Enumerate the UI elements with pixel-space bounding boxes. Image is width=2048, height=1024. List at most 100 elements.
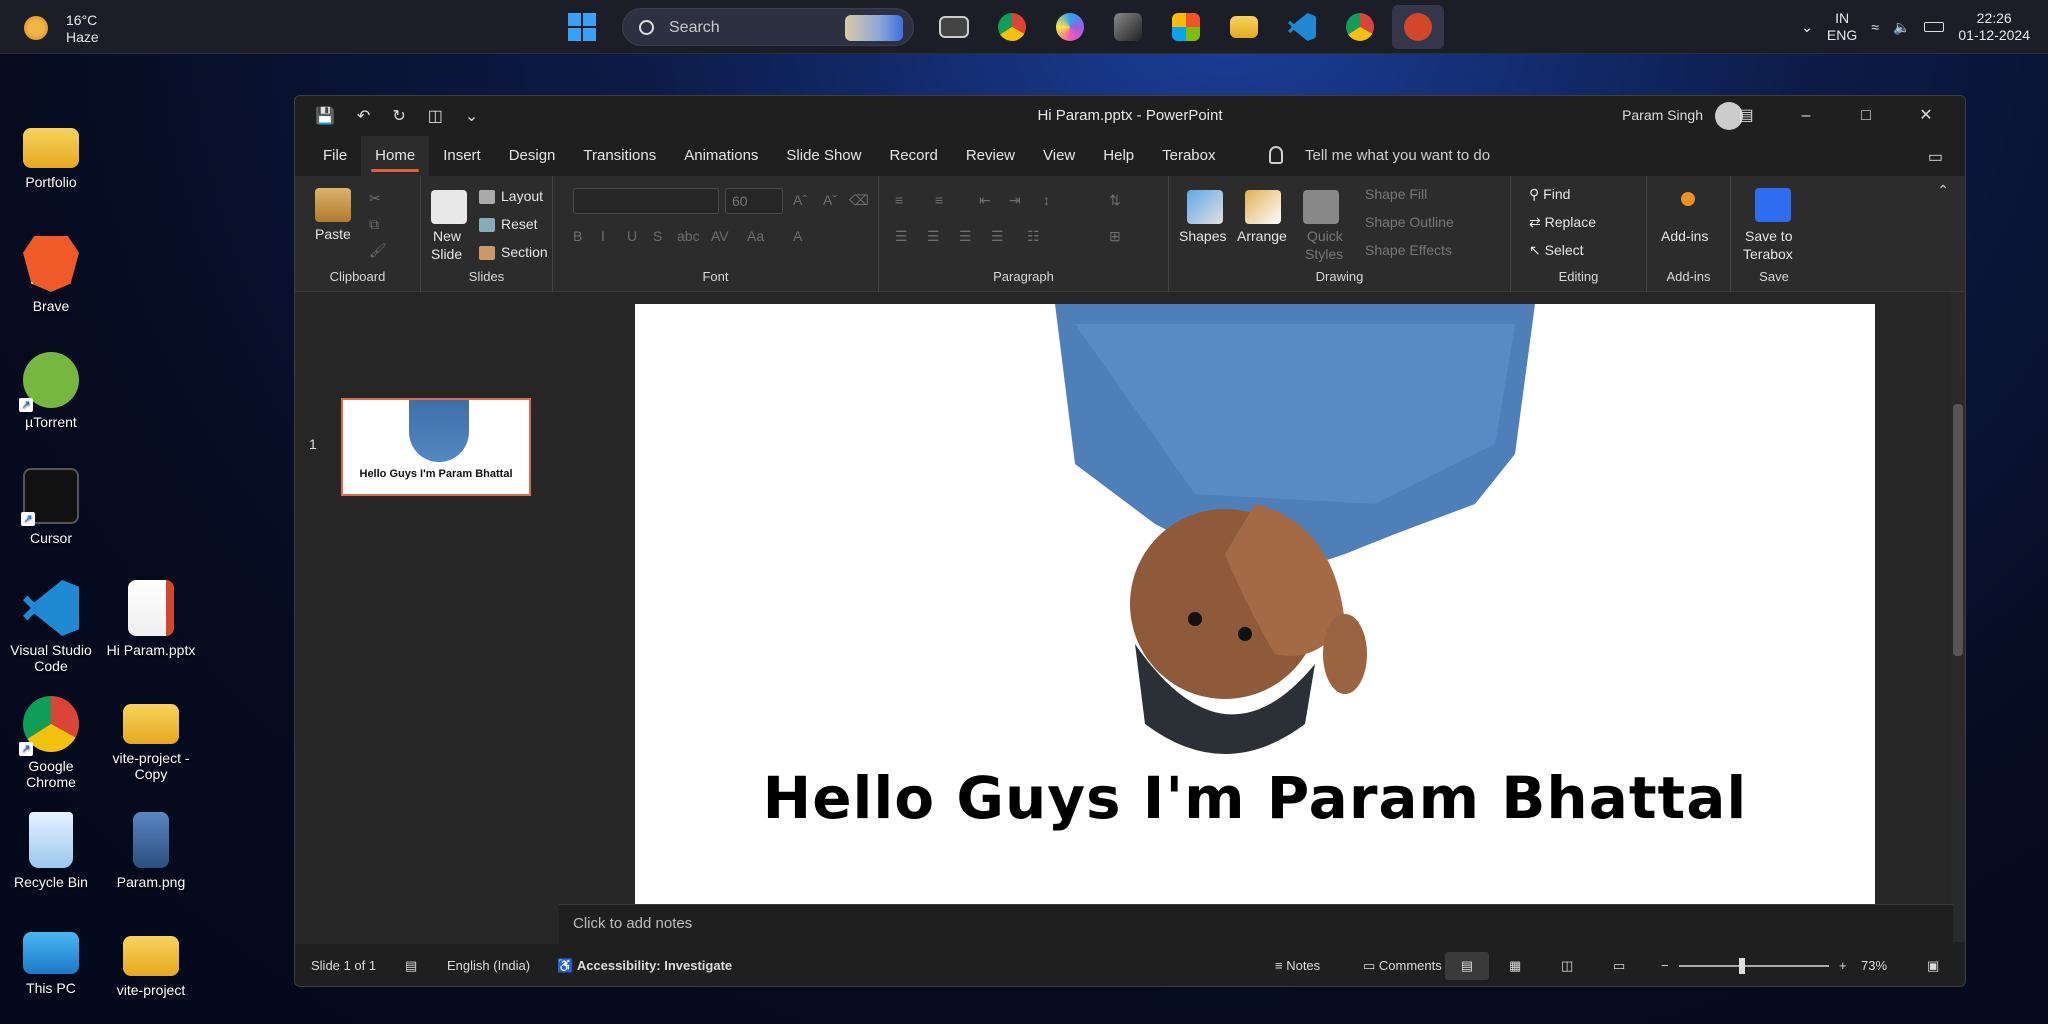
fit-to-window-icon[interactable]: ▣ xyxy=(1927,958,1939,974)
minimize-icon[interactable]: – xyxy=(1781,102,1831,130)
slide-thumbnail[interactable]: Hello Guys I'm Param Bhattal xyxy=(341,398,531,496)
desktop-icon-cursor[interactable]: ↗ Cursor xyxy=(6,468,96,546)
text-direction-icon[interactable]: ⇅ xyxy=(1109,192,1121,209)
powerpoint-taskbar-button[interactable] xyxy=(1392,5,1444,49)
align-right-icon[interactable]: ☰ xyxy=(959,228,972,245)
wifi-icon[interactable]: ≈ xyxy=(1871,19,1879,35)
desktop-icon-vite-project[interactable]: vite-project xyxy=(106,928,196,998)
zoom-slider-thumb[interactable] xyxy=(1739,958,1745,974)
strikethrough-icon[interactable]: S xyxy=(653,228,662,244)
change-case-icon[interactable]: Aa xyxy=(747,228,764,244)
copilot-taskbar-button[interactable] xyxy=(1044,5,1096,49)
desktop-icon-param-png[interactable]: Param.png xyxy=(106,812,196,890)
line-spacing-icon[interactable]: ↕ xyxy=(1043,192,1050,208)
arrange-button[interactable]: Arrange xyxy=(1237,228,1287,244)
shape-fill-button[interactable]: Shape Fill xyxy=(1365,186,1427,202)
tab-review[interactable]: Review xyxy=(952,136,1029,176)
tab-slide-show[interactable]: Slide Show xyxy=(772,136,875,176)
comments-toggle[interactable]: ▭ Comments xyxy=(1363,958,1442,974)
vscode-taskbar-button[interactable] xyxy=(1276,5,1328,49)
tab-home[interactable]: Home xyxy=(361,136,430,176)
section-button[interactable]: Section xyxy=(479,244,548,261)
zoom-level[interactable]: 73% xyxy=(1861,958,1887,973)
search-box[interactable]: Search xyxy=(622,8,914,46)
desktop-icon-chrome[interactable]: ↗ Google Chrome xyxy=(6,696,96,790)
italic-icon[interactable]: I xyxy=(601,228,605,244)
char-spacing-icon[interactable]: AV xyxy=(711,228,729,244)
slide-headline[interactable]: Hello Guys I'm Param Bhattal xyxy=(635,764,1875,832)
person-photo[interactable] xyxy=(1015,304,1555,774)
reading-view-icon[interactable]: ◫ xyxy=(1561,958,1573,974)
desktop-icon-portfolio[interactable]: Portfolio xyxy=(6,120,96,190)
desktop-icon-vscode[interactable]: Visual Studio Code xyxy=(6,580,96,674)
shapes-button[interactable]: Shapes xyxy=(1179,228,1226,244)
font-size-box[interactable]: 60 xyxy=(725,188,783,214)
cut-icon[interactable]: ✂ xyxy=(369,190,381,207)
shadow-icon[interactable]: abc xyxy=(677,228,700,244)
clock[interactable]: 22:26 01-12-2024 xyxy=(1958,10,2030,44)
shape-outline-button[interactable]: Shape Outline xyxy=(1365,214,1454,230)
slide-sorter-icon[interactable]: ▦ xyxy=(1509,958,1521,974)
numbering-icon[interactable]: ≡ xyxy=(935,192,943,208)
maximize-icon[interactable]: □ xyxy=(1841,102,1891,130)
zoom-in-icon[interactable]: + xyxy=(1839,958,1847,973)
notes-toggle[interactable]: ≡ Notes xyxy=(1275,958,1320,973)
zoom-out-icon[interactable]: − xyxy=(1661,958,1669,973)
language-indicator[interactable]: IN ENG xyxy=(1827,10,1857,44)
new-slide-button[interactable]: New xyxy=(433,228,461,244)
notes-placeholder[interactable]: Click to add notes xyxy=(573,915,692,932)
ribbon-display-icon[interactable]: ▤ xyxy=(1721,102,1771,130)
layout-button[interactable]: Layout xyxy=(479,188,543,205)
tab-record[interactable]: Record xyxy=(875,136,951,176)
quick-styles-button[interactable]: Quick xyxy=(1307,228,1343,244)
close-icon[interactable]: ✕ xyxy=(1901,102,1951,130)
increase-font-icon[interactable]: Aˆ xyxy=(793,192,807,208)
desktop-icon-utorrent[interactable]: ↗ µTorrent xyxy=(6,352,96,430)
columns-icon[interactable]: ☷ xyxy=(1027,228,1040,245)
desktop-icon-hi-param-pptx[interactable]: Hi Param.pptx xyxy=(106,580,196,658)
bullets-icon[interactable]: ≡ xyxy=(895,192,903,208)
shape-effects-button[interactable]: Shape Effects xyxy=(1365,242,1452,258)
explorer-taskbar-button[interactable] xyxy=(1218,5,1270,49)
tab-view[interactable]: View xyxy=(1029,136,1089,176)
font-name-box[interactable] xyxy=(573,188,719,214)
language-status[interactable]: English (India) xyxy=(447,958,530,973)
save-to-terabox-button[interactable]: Save to xyxy=(1745,228,1792,244)
underline-icon[interactable]: U xyxy=(627,228,637,244)
spell-check-icon[interactable]: ▤ xyxy=(405,958,417,974)
clear-formatting-icon[interactable]: ⌫ xyxy=(849,192,869,209)
select-button[interactable]: ↖ Select xyxy=(1529,242,1584,259)
align-left-icon[interactable]: ☰ xyxy=(895,228,908,245)
normal-view-icon[interactable]: ▤ xyxy=(1445,952,1489,980)
bold-icon[interactable]: B xyxy=(573,228,582,244)
increase-indent-icon[interactable]: ⇥ xyxy=(1009,192,1021,209)
start-button[interactable] xyxy=(556,5,608,49)
tell-me-search[interactable]: Tell me what you want to do xyxy=(1305,147,1490,164)
font-color-icon[interactable]: A xyxy=(793,228,802,244)
slide-show-icon[interactable]: ▭ xyxy=(1613,958,1625,974)
tab-insert[interactable]: Insert xyxy=(429,136,495,176)
task-view-button[interactable] xyxy=(928,5,980,49)
desktop-icon-vite-project-copy[interactable]: vite-project - Copy xyxy=(106,696,196,782)
chevron-down-icon[interactable]: ⌄ xyxy=(1801,19,1813,36)
addins-button[interactable]: Add-ins xyxy=(1661,228,1708,244)
cursor-taskbar-button[interactable] xyxy=(1102,5,1154,49)
desktop-icon-recycle-bin[interactable]: Recycle Bin xyxy=(6,812,96,890)
store-taskbar-button[interactable] xyxy=(1160,5,1212,49)
slide[interactable]: Hello Guys I'm Param Bhattal xyxy=(635,304,1875,925)
chrome-profile-taskbar-button[interactable] xyxy=(1334,5,1386,49)
reset-button[interactable]: Reset xyxy=(479,216,538,233)
comments-panel-icon[interactable]: ▭ xyxy=(1928,147,1943,167)
vertical-scrollbar[interactable] xyxy=(1951,292,1965,942)
weather-widget[interactable]: 16°C Haze xyxy=(20,8,110,46)
user-name[interactable]: Param Singh xyxy=(1622,107,1703,123)
tab-file[interactable]: File xyxy=(309,136,361,176)
new-slide-dropdown[interactable]: Slide xyxy=(431,246,462,262)
justify-icon[interactable]: ☰ xyxy=(991,228,1004,245)
zoom-slider[interactable] xyxy=(1679,958,1829,974)
find-button[interactable]: ⚲ Find xyxy=(1529,186,1570,203)
volume-icon[interactable]: 🔈 xyxy=(1893,19,1910,36)
tab-help[interactable]: Help xyxy=(1089,136,1148,176)
collapse-ribbon-icon[interactable]: ⌃ xyxy=(1937,182,1949,199)
desktop-icon-brave[interactable]: ↗ Brave xyxy=(6,236,96,314)
